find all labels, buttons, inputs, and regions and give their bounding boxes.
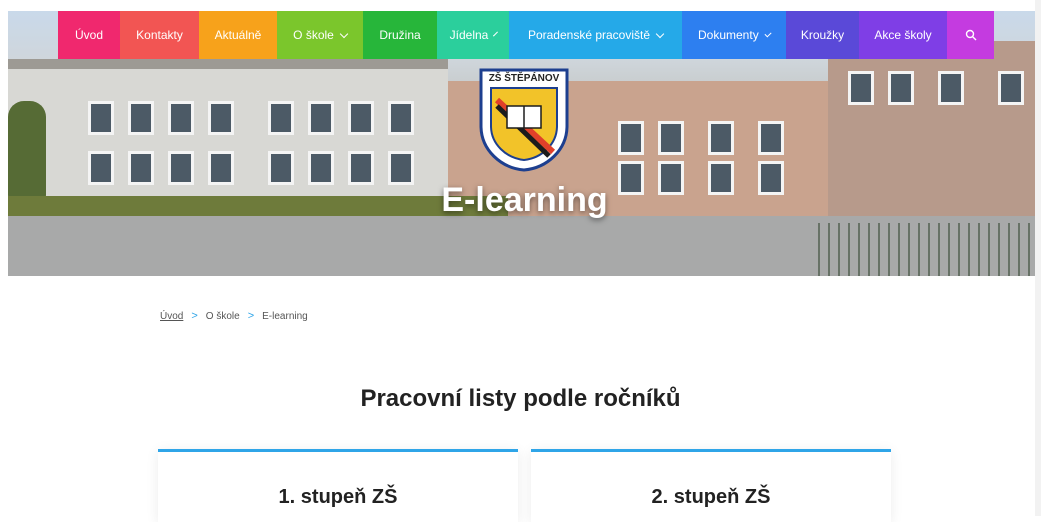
roof bbox=[8, 59, 448, 69]
breadcrumb-home-link[interactable]: Úvod bbox=[160, 311, 183, 322]
building-window bbox=[348, 101, 374, 135]
nav-label: Aktuálně bbox=[214, 28, 262, 42]
chevron-down-icon bbox=[764, 29, 772, 38]
building-window bbox=[998, 71, 1024, 105]
nav-label: Akce školy bbox=[874, 28, 932, 42]
nav-label: Kroužky bbox=[800, 28, 845, 42]
nav-label: Kontakty bbox=[136, 28, 183, 42]
nav-item-poradenské-pracoviště[interactable]: Poradenské pracoviště bbox=[509, 11, 682, 59]
building-window bbox=[888, 71, 914, 105]
logo-text: ZŠ ŠTĚPÁNOV bbox=[488, 73, 560, 84]
search-icon bbox=[965, 29, 976, 41]
nav-label: Dokumenty bbox=[698, 28, 759, 42]
building-window bbox=[308, 101, 334, 135]
building-window bbox=[848, 71, 874, 105]
building-window bbox=[938, 71, 964, 105]
fence bbox=[818, 223, 1041, 276]
nav-item-dokumenty[interactable]: Dokumenty bbox=[682, 11, 786, 59]
nav-item-kroužky[interactable]: Kroužky bbox=[786, 11, 859, 59]
scrollbar[interactable] bbox=[1035, 0, 1041, 516]
breadcrumb-level1-link[interactable]: O škole bbox=[206, 311, 240, 322]
building-window bbox=[618, 121, 644, 155]
nav-label: O škole bbox=[293, 28, 334, 42]
building-window bbox=[208, 151, 234, 185]
building-window bbox=[758, 121, 784, 155]
card-stage-2[interactable]: 2. stupeň ZŠ bbox=[531, 449, 891, 522]
main-navigation: Úvod Kontakty Aktuálně O škole Družina Jídeln… bbox=[58, 11, 994, 59]
nav-item-jídelna[interactable]: Jídelna bbox=[437, 11, 509, 59]
building-window bbox=[168, 151, 194, 185]
chevron-down-icon bbox=[493, 31, 499, 36]
building-window bbox=[268, 151, 294, 185]
card-stage-1[interactable]: 1. stupeň ZŠ bbox=[158, 449, 518, 522]
building-window bbox=[388, 151, 414, 185]
nav-label: Družina bbox=[379, 28, 421, 42]
building-window bbox=[208, 101, 234, 135]
nav-item-úvod[interactable]: Úvod bbox=[58, 11, 120, 59]
breadcrumb-separator: > bbox=[247, 310, 255, 322]
building-window bbox=[658, 121, 684, 155]
building-window bbox=[168, 101, 194, 135]
building-window bbox=[308, 151, 334, 185]
building-window bbox=[88, 101, 114, 135]
breadcrumb: Úvod > O škole > E-learning bbox=[160, 310, 308, 322]
nav-item-kontakty[interactable]: Kontakty bbox=[120, 11, 199, 59]
building-window bbox=[268, 101, 294, 135]
building-window bbox=[708, 121, 734, 155]
card-title: 1. stupeň ZŠ bbox=[278, 486, 398, 508]
building-window bbox=[388, 101, 414, 135]
card-title: 2. stupeň ZŠ bbox=[651, 486, 771, 508]
building-window bbox=[348, 151, 374, 185]
breadcrumb-separator: > bbox=[191, 310, 198, 322]
search-button[interactable] bbox=[947, 11, 994, 59]
nav-label: Úvod bbox=[74, 28, 103, 42]
nav-item-aktuálně[interactable]: Aktuálně bbox=[199, 11, 277, 59]
breadcrumb-current: E-learning bbox=[262, 310, 308, 322]
building-window bbox=[128, 101, 154, 135]
chevron-down-icon bbox=[339, 29, 349, 38]
page-title: E-learning bbox=[441, 181, 608, 219]
building-window bbox=[88, 151, 114, 185]
section-title: Pracovní listy podle ročníků bbox=[360, 385, 681, 412]
chevron-down-icon bbox=[655, 29, 665, 38]
nav-item-družina[interactable]: Družina bbox=[363, 11, 437, 59]
nav-item-o-škole[interactable]: O škole bbox=[277, 11, 363, 59]
nav-label: Jídelna bbox=[449, 28, 489, 42]
nav-item-akce-školy[interactable]: Akce školy bbox=[859, 11, 947, 59]
nav-label: Poradenské pracoviště bbox=[527, 28, 651, 42]
building-window bbox=[128, 151, 154, 185]
